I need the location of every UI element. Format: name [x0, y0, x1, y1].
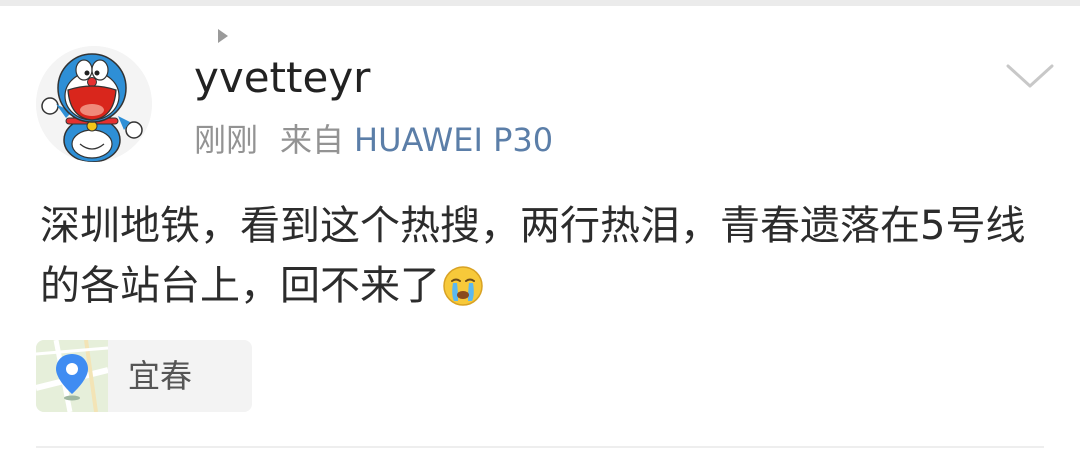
- top-separator: [0, 0, 1080, 6]
- doraemon-avatar-icon: [36, 46, 152, 162]
- location-name: 宜春: [128, 357, 193, 395]
- post-meta: 刚刚 来自 HUAWEI P30: [194, 118, 553, 162]
- device-source-link[interactable]: HUAWEI P30: [354, 121, 553, 159]
- post-divider: [36, 446, 1044, 448]
- source-prefix: 来自: [280, 121, 345, 159]
- post-text: 深圳地铁，看到这个热搜，两行热泪，青春遗落在5号线的各站台上，回不来了: [40, 203, 1026, 309]
- chevron-right-icon: [218, 29, 228, 43]
- map-thumbnail: [36, 340, 108, 412]
- crying-face-emoji: [443, 266, 483, 306]
- username[interactable]: yvetteyr: [194, 50, 370, 106]
- post-content: 深圳地铁，看到这个热搜，两行热泪，青春遗落在5号线的各站台上，回不来了: [40, 196, 1040, 316]
- location-chip[interactable]: 宜春: [36, 340, 252, 412]
- chevron-down-icon[interactable]: [1004, 58, 1056, 94]
- user-avatar[interactable]: [36, 46, 152, 162]
- post-time: 刚刚: [194, 121, 259, 159]
